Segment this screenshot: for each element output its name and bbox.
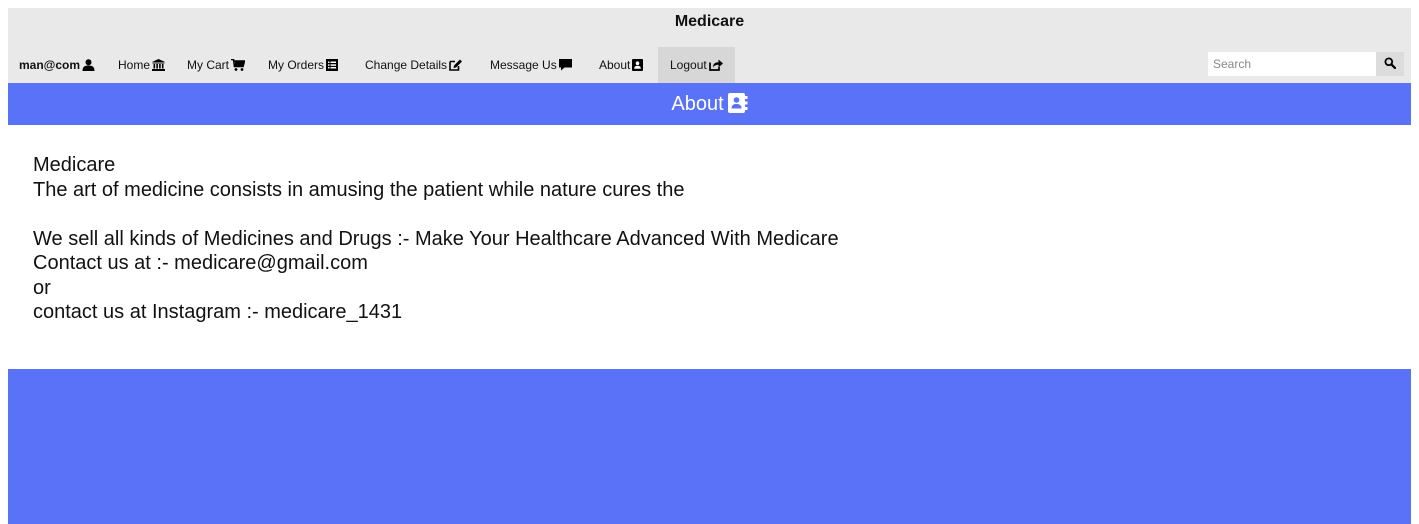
nav-orders-label: My Orders xyxy=(268,58,325,72)
nav-logout-label: Logout xyxy=(670,58,707,72)
nav-item-change-details[interactable]: Change Details xyxy=(365,47,463,83)
share-icon xyxy=(708,49,723,85)
nav-cart-label: My Cart xyxy=(187,58,229,72)
user-icon xyxy=(82,49,95,85)
edit-icon xyxy=(449,49,463,85)
contact-or: or xyxy=(33,276,51,299)
about-content: Medicare The art of medicine consists in… xyxy=(33,153,1383,325)
search-button[interactable] xyxy=(1376,52,1404,76)
about-tagline: We sell all kinds of Medicines and Drugs… xyxy=(33,227,839,250)
contact-email: Contact us at :- medicare@gmail.com xyxy=(33,252,368,274)
page: Medicare man@com Home My Cart My Orders … xyxy=(8,8,1411,524)
about-banner: About xyxy=(8,83,1411,125)
list-icon xyxy=(326,49,339,85)
nav-item-home[interactable]: Home xyxy=(118,47,166,85)
contact-instagram: contact us at Instagram :- medicare_1431 xyxy=(33,301,403,323)
nav-item-user[interactable]: man@com xyxy=(19,47,95,83)
nav-change-details-label: Change Details xyxy=(365,58,448,72)
nav-bar: man@com Home My Cart My Orders Change De… xyxy=(8,47,1411,83)
top-navbar: Medicare man@com Home My Cart My Orders … xyxy=(8,8,1411,83)
cart-icon xyxy=(231,49,246,85)
nav-message-label: Message Us xyxy=(490,58,557,72)
nav-user-label: man@com xyxy=(19,58,81,72)
nav-item-message[interactable]: Message Us xyxy=(490,47,572,83)
about-quote: The art of medicine consists in amusing … xyxy=(33,178,685,201)
address-book-icon xyxy=(727,86,748,128)
search-input[interactable] xyxy=(1208,52,1376,76)
footer xyxy=(8,369,1411,524)
search-icon xyxy=(1384,57,1397,72)
nav-about-label: About xyxy=(599,58,631,72)
comment-icon xyxy=(558,49,572,85)
banner-title: About xyxy=(671,93,724,115)
about-brand: Medicare xyxy=(33,154,116,176)
nav-item-logout[interactable]: Logout xyxy=(658,47,735,83)
nav-item-orders[interactable]: My Orders xyxy=(268,47,339,85)
nav-item-cart[interactable]: My Cart xyxy=(187,47,246,85)
bank-icon xyxy=(152,49,166,85)
nav-home-label: Home xyxy=(118,58,151,72)
site-title: Medicare xyxy=(674,13,745,30)
nav-item-about[interactable]: About xyxy=(599,47,644,85)
address-book-icon xyxy=(632,49,644,85)
